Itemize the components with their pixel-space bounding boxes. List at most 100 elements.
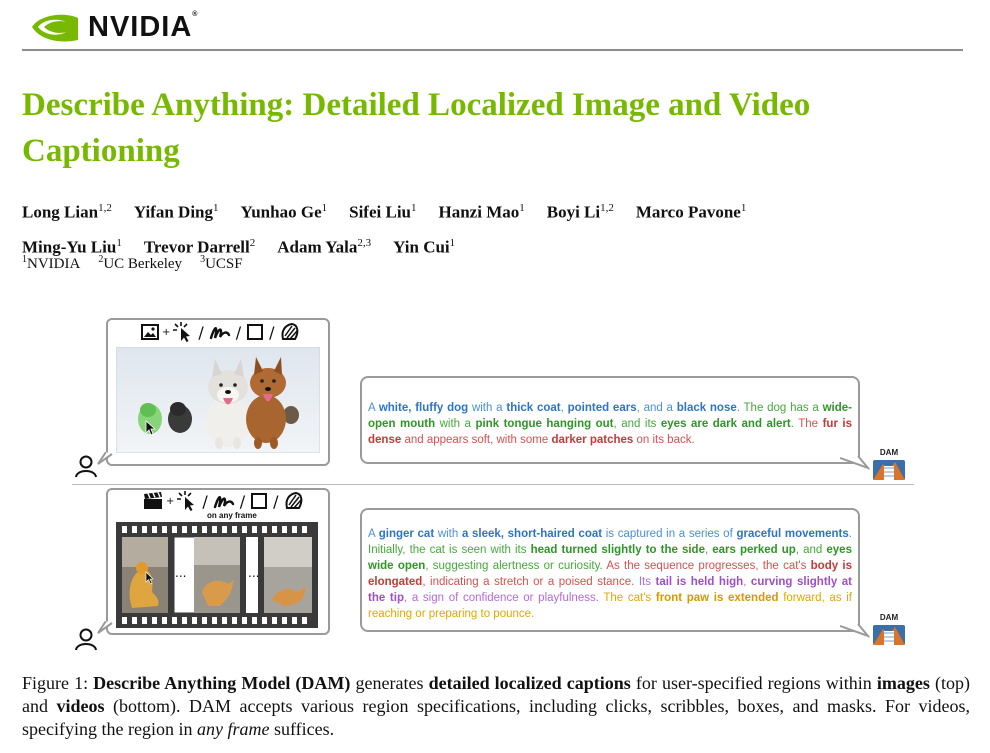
author-name: Long Lian1,2 (22, 193, 112, 228)
figure-caption-part: detailed localized captions (428, 673, 631, 693)
image-caption-box: A white, fluffy dog with a thick coat, p… (360, 376, 860, 464)
author-name: Yunhao Ge1 (241, 193, 328, 228)
caption-segment: , indicating a stretch or a poised stanc… (422, 576, 639, 588)
logo-text: NVIDIA (88, 10, 193, 43)
speech-tail-video (97, 621, 113, 634)
tool-sep-v3: / (273, 491, 279, 511)
tool-sep-v1: / (202, 491, 208, 511)
author-name-text: Sifei Liu (349, 202, 411, 222)
affiliation-name: UC Berkeley (103, 256, 183, 272)
dam-logo-icon: DAM (873, 448, 905, 480)
author-name: Yin Cui1 (393, 228, 455, 263)
author-affiliation-mark: 1,2 (98, 202, 112, 214)
figure-caption-part: videos (56, 696, 105, 716)
image-icon (141, 324, 159, 340)
caption-segment: , and a (636, 402, 677, 414)
author-affiliation-mark: 2,3 (357, 236, 372, 249)
author-affiliation-mark: 1 (740, 202, 747, 214)
caption-segment: graceful movements (736, 528, 849, 540)
figure-label: Figure 1: (22, 673, 89, 693)
speech-tail-image (97, 452, 113, 465)
caption-segment: The cat's (603, 592, 656, 604)
author-affiliation-mark: 1 (213, 202, 219, 214)
caption-segment: white, fluffy dog (378, 402, 469, 414)
author-name: Hanzi Mao1 (439, 193, 525, 228)
figure-caption-part: for user-specified regions within (630, 673, 877, 693)
author-affiliation-mark: 1 (116, 236, 122, 249)
affiliation-list: 1NVIDIA 2UC Berkeley 3UCSF (22, 254, 261, 273)
figure-caption-part: any frame (196, 719, 270, 739)
author-affiliation-mark: 1 (449, 236, 456, 249)
caption-segment: Initially, the cat is seen with its (368, 544, 531, 556)
caption-segment: The (798, 418, 823, 430)
caption-segment: . (736, 402, 744, 414)
caption-segment: head turned slightly to the side (530, 544, 705, 556)
figure-caption-part: Describe Anything Model (DAM) (93, 673, 351, 693)
author-name-text: Adam Yala (277, 237, 358, 257)
figure-caption-part: suffices. (269, 719, 335, 739)
video-caption-box: A ginger cat with a sleek, short-haired … (360, 508, 860, 632)
tool-plus-video: + (166, 495, 175, 507)
speech-tail-video-caption (840, 624, 870, 638)
video-clapper-icon (144, 492, 162, 509)
logo-registered-mark: ® (192, 10, 199, 18)
tool-plus: + (162, 326, 171, 338)
user-icon (75, 628, 97, 651)
tool-sep-2: / (235, 322, 242, 342)
caption-segment: darker patches (551, 434, 634, 446)
author-name-text: Yunhao Ge (240, 202, 322, 222)
frame-ellipsis-2: ... (248, 566, 260, 580)
figure-caption-part: (bottom). DAM accepts various region spe… (22, 696, 970, 739)
dogs-image (116, 347, 320, 453)
nvidia-logo: NVIDIA® (30, 10, 198, 44)
caption-segment: As the sequence progresses, the cat's (606, 560, 811, 572)
caption-segment: with a (468, 402, 507, 414)
author-name-text: Long Lian (22, 202, 99, 222)
caption-segment: A (368, 402, 379, 414)
author-name-text: Marco Pavone (635, 202, 741, 222)
nvidia-eye-icon (30, 10, 80, 44)
author-name: Boyi Li1,2 (547, 193, 614, 228)
author-affiliation-mark: 2 (249, 236, 256, 249)
caption-segment: , and (795, 544, 827, 556)
caption-segment: pink tongue hanging out (475, 418, 614, 430)
scribble-icon (213, 496, 234, 509)
figure-caption: Figure 1: Describe Anything Model (DAM) g… (22, 672, 970, 741)
caption-segment: thick coat (506, 402, 561, 414)
author-affiliation-mark: 1 (411, 202, 417, 214)
mask-icon (281, 322, 298, 340)
affiliation: 1NVIDIA (22, 254, 81, 272)
caption-segment: front paw is extended (655, 592, 779, 604)
caption-segment: pointed ears (567, 402, 637, 414)
affiliation-name: UCSF (205, 256, 243, 272)
caption-segment: ears perked up (712, 544, 796, 556)
author-name-text: Hanzi Mao (438, 202, 520, 222)
caption-segment: is captured in a series of (602, 528, 737, 540)
caption-segment: , suggesting alertness or curiosity. (425, 560, 607, 572)
click-icon (177, 491, 195, 511)
caption-segment: A (368, 528, 379, 540)
caption-segment: , (560, 402, 568, 414)
caption-segment: black nose (676, 402, 737, 414)
caption-segment: Its (638, 576, 656, 588)
box-icon (247, 324, 264, 340)
dam-label: DAM (879, 448, 899, 457)
click-icon (173, 322, 191, 342)
caption-segment: . (848, 528, 852, 540)
affiliation-name: NVIDIA (27, 256, 81, 272)
figure-caption-part: generates (350, 673, 429, 693)
caption-segment: with a (435, 418, 476, 430)
affiliation: 3UCSF (200, 254, 243, 272)
caption-segment: tail is held high (655, 576, 744, 588)
row-divider (72, 484, 914, 485)
paper-title: Describe Anything: Detailed Localized Im… (22, 87, 811, 169)
region-tools-image: + / / / (141, 322, 300, 342)
caption-segment: and appears soft, with some (401, 434, 552, 446)
cat-video-filmstrip (116, 522, 318, 628)
tool-sep-1: / (198, 322, 204, 342)
on-any-frame-label: on any frame (207, 511, 257, 520)
author-name: Sifei Liu1 (349, 193, 416, 228)
frame-ellipsis-1: ... (175, 566, 187, 580)
author-name: Adam Yala2,3 (277, 228, 371, 263)
caption-segment: , (743, 576, 751, 588)
